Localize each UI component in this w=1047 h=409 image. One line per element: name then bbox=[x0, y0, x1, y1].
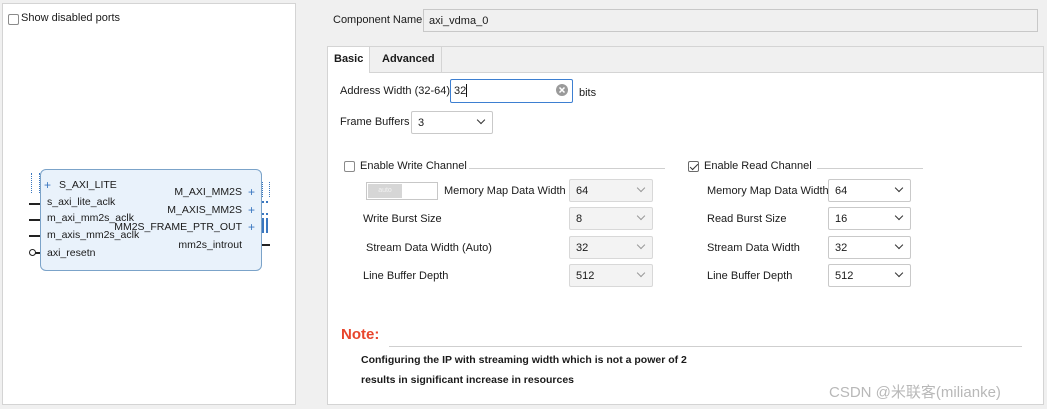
ip-block-axi-vdma[interactable]: + S_AXI_LITE s_axi_lite_aclk m_axi_mm2s_… bbox=[40, 169, 262, 271]
port-pin bbox=[29, 203, 40, 205]
address-width-input[interactable]: 32 bbox=[450, 79, 573, 103]
port-m-axi-mm2s: M_AXI_MM2S bbox=[174, 186, 242, 198]
note-line-1: Configuring the IP with streaming width … bbox=[361, 354, 687, 366]
port-s-axi-lite: S_AXI_LITE bbox=[59, 179, 117, 191]
write-burst-size-value: 8 bbox=[576, 213, 583, 225]
text-caret bbox=[466, 84, 467, 97]
write-burst-size-select[interactable]: 8 bbox=[569, 207, 653, 230]
component-name-label: Component Name bbox=[333, 14, 423, 26]
tab-advanced[interactable]: Advanced bbox=[376, 47, 442, 72]
address-width-unit: bits bbox=[579, 87, 597, 99]
read-line-buffer-depth-label: Line Buffer Depth bbox=[707, 270, 793, 282]
reset-bubble-icon bbox=[29, 249, 36, 256]
note-title: Note: bbox=[341, 326, 380, 343]
port-mm2s-introut: mm2s_introut bbox=[178, 239, 242, 251]
port-pin bbox=[262, 244, 270, 246]
write-line-buffer-depth-value: 512 bbox=[576, 270, 595, 282]
port-pin bbox=[29, 219, 40, 221]
address-width-label: Address Width (32-64) bbox=[340, 85, 451, 97]
show-disabled-ports-label: Show disabled ports bbox=[21, 12, 121, 24]
chevron-down-icon bbox=[636, 183, 646, 193]
port-pin bbox=[29, 235, 40, 237]
enable-write-channel-label: Enable Write Channel bbox=[360, 160, 467, 172]
clear-icon[interactable] bbox=[556, 84, 568, 96]
port-mm2s-frame-ptr-out: MM2S_FRAME_PTR_OUT bbox=[114, 221, 242, 233]
write-mm-data-width-label: Memory Map Data Width bbox=[444, 185, 566, 197]
toggle-knob: auto bbox=[368, 184, 402, 198]
chevron-down-icon bbox=[894, 211, 904, 221]
enable-read-channel-checkbox[interactable] bbox=[688, 161, 699, 175]
config-tab-panel: Basic Advanced bbox=[327, 46, 1044, 405]
component-name-value: axi_vdma_0 bbox=[429, 15, 489, 27]
block-diagram-panel: Show disabled ports + S_AXI_LITE s_axi_l… bbox=[2, 3, 296, 405]
plus-icon: + bbox=[44, 178, 52, 192]
plus-icon: + bbox=[247, 220, 255, 234]
read-stream-data-width-value: 32 bbox=[835, 242, 848, 254]
plus-icon: + bbox=[247, 185, 255, 199]
chevron-down-icon bbox=[894, 240, 904, 250]
read-line-buffer-depth-value: 512 bbox=[835, 270, 854, 282]
group-divider bbox=[817, 168, 923, 169]
read-line-buffer-depth-select[interactable]: 512 bbox=[828, 264, 911, 287]
read-mm-data-width-value: 64 bbox=[835, 185, 848, 197]
port-axi-resetn: axi_resetn bbox=[47, 247, 96, 259]
chevron-down-icon bbox=[476, 115, 486, 125]
component-name-field[interactable]: axi_vdma_0 bbox=[423, 9, 1038, 32]
plus-icon: + bbox=[247, 203, 255, 217]
read-stream-data-width-select[interactable]: 32 bbox=[828, 236, 911, 259]
show-disabled-ports-checkbox[interactable] bbox=[8, 13, 19, 27]
chevron-down-icon bbox=[894, 183, 904, 193]
auto-toggle[interactable]: auto bbox=[366, 182, 438, 200]
read-mm-data-width-label: Memory Map Data Width bbox=[707, 185, 829, 197]
address-width-value: 32 bbox=[454, 85, 467, 97]
chevron-down-icon bbox=[894, 268, 904, 278]
enable-write-channel-checkbox[interactable] bbox=[344, 161, 355, 175]
chevron-down-icon bbox=[636, 211, 646, 221]
port-s-axi-lite-aclk: s_axi_lite_aclk bbox=[47, 196, 116, 208]
write-stream-data-width-label: Stream Data Width (Auto) bbox=[366, 242, 492, 254]
write-mm-data-width-value: 64 bbox=[576, 185, 589, 197]
bus-handle-icon bbox=[262, 182, 270, 197]
note-divider bbox=[389, 346, 1022, 347]
read-stream-data-width-label: Stream Data Width bbox=[707, 242, 800, 254]
chevron-down-icon bbox=[636, 240, 646, 250]
write-mm-data-width-select[interactable]: 64 bbox=[569, 179, 653, 202]
frame-buffers-label: Frame Buffers bbox=[340, 116, 410, 128]
frame-buffers-select[interactable]: 3 bbox=[411, 111, 493, 134]
note-line-2: results in significant increase in resou… bbox=[361, 374, 574, 386]
stream-handle-icon bbox=[262, 201, 268, 215]
write-burst-size-label: Write Burst Size bbox=[363, 213, 442, 225]
tab-bar: Basic Advanced bbox=[328, 47, 1043, 73]
tab-basic[interactable]: Basic bbox=[328, 47, 371, 73]
write-stream-data-width-select[interactable]: 32 bbox=[569, 236, 653, 259]
write-line-buffer-depth-label: Line Buffer Depth bbox=[363, 270, 449, 282]
enable-read-channel-label: Enable Read Channel bbox=[704, 160, 812, 172]
read-burst-size-select[interactable]: 16 bbox=[828, 207, 911, 230]
read-burst-size-label: Read Burst Size bbox=[707, 213, 787, 225]
chevron-down-icon bbox=[636, 268, 646, 278]
read-mm-data-width-select[interactable]: 64 bbox=[828, 179, 911, 202]
frame-buffers-value: 3 bbox=[418, 117, 425, 129]
group-divider bbox=[469, 168, 665, 169]
port-m-axis-mm2s: M_AXIS_MM2S bbox=[167, 204, 242, 216]
bus-handle-icon bbox=[31, 173, 40, 193]
write-line-buffer-depth-select[interactable]: 512 bbox=[569, 264, 653, 287]
write-stream-data-width-value: 32 bbox=[576, 242, 589, 254]
bus-handle-icon bbox=[262, 218, 268, 233]
read-burst-size-value: 16 bbox=[835, 213, 848, 225]
watermark-text: CSDN @米联客(milianke) bbox=[829, 384, 1001, 401]
